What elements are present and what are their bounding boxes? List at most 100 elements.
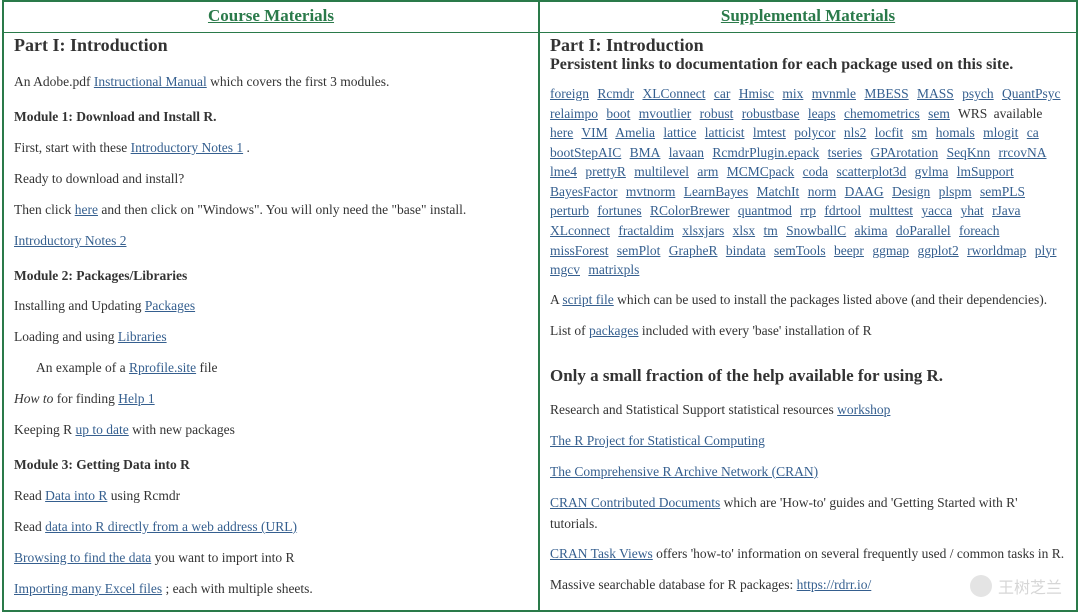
package-link-mvtnorm[interactable]: mvtnorm xyxy=(626,184,676,199)
package-link-beepr[interactable]: beepr xyxy=(834,243,864,258)
package-link-leaps[interactable]: leaps xyxy=(808,106,836,121)
package-link-semPlot[interactable]: semPlot xyxy=(617,243,661,258)
package-link-mlogit[interactable]: mlogit xyxy=(983,125,1018,140)
package-link-Amelia[interactable]: Amelia xyxy=(615,125,655,140)
package-link-lmtest[interactable]: lmtest xyxy=(753,125,786,140)
package-link-lmSupport[interactable]: lmSupport xyxy=(957,164,1014,179)
package-link-XLConnect[interactable]: XLConnect xyxy=(642,86,705,101)
package-link-DAAG[interactable]: DAAG xyxy=(845,184,884,199)
package-link-RcmdrPlugin.epack[interactable]: RcmdrPlugin.epack xyxy=(712,145,819,160)
package-link-relaimpo[interactable]: relaimpo xyxy=(550,106,598,121)
package-link-fractaldim[interactable]: fractaldim xyxy=(618,223,673,238)
package-link-perturb[interactable]: perturb xyxy=(550,203,589,218)
instructional-manual-link[interactable]: Instructional Manual xyxy=(94,74,207,89)
rdrr-link[interactable]: https://rdrr.io/ xyxy=(797,577,872,592)
package-link-psych[interactable]: psych xyxy=(962,86,994,101)
package-link-polycor[interactable]: polycor xyxy=(794,125,835,140)
package-link-doParallel[interactable]: doParallel xyxy=(896,223,951,238)
package-link-GPArotation[interactable]: GPArotation xyxy=(871,145,939,160)
package-link-Hmisc[interactable]: Hmisc xyxy=(739,86,774,101)
package-link-BayesFactor[interactable]: BayesFactor xyxy=(550,184,617,199)
package-link-tseries[interactable]: tseries xyxy=(828,145,863,160)
package-link-plspm[interactable]: plspm xyxy=(939,184,972,199)
package-link-gvlma[interactable]: gvlma xyxy=(915,164,949,179)
base-packages-link[interactable]: packages xyxy=(589,323,638,338)
package-link-ggplot2[interactable]: ggplot2 xyxy=(917,243,958,258)
intro-notes-1-link[interactable]: Introductory Notes 1 xyxy=(131,140,243,155)
package-link-MBESS[interactable]: MBESS xyxy=(864,86,908,101)
package-link-locfit[interactable]: locfit xyxy=(875,125,904,140)
package-link-bindata[interactable]: bindata xyxy=(726,243,766,258)
package-link-fdrtool[interactable]: fdrtool xyxy=(824,203,861,218)
package-link-mvoutlier[interactable]: mvoutlier xyxy=(639,106,692,121)
package-link-car[interactable]: car xyxy=(714,86,730,101)
package-link-multilevel[interactable]: multilevel xyxy=(634,164,689,179)
package-link-sm[interactable]: sm xyxy=(912,125,928,140)
cran-contributed-link[interactable]: CRAN Contributed Documents xyxy=(550,495,720,510)
package-link-rworldmap[interactable]: rworldmap xyxy=(967,243,1026,258)
package-link-robustbase[interactable]: robustbase xyxy=(742,106,800,121)
package-link-lavaan[interactable]: lavaan xyxy=(669,145,704,160)
cran-link[interactable]: The Comprehensive R Archive Network (CRA… xyxy=(550,464,818,479)
package-link-prettyR[interactable]: prettyR xyxy=(585,164,626,179)
download-here-link[interactable]: here xyxy=(75,202,98,217)
package-link-robust[interactable]: robust xyxy=(700,106,734,121)
package-link-mgcv[interactable]: mgcv xyxy=(550,262,580,277)
package-link-Design[interactable]: Design xyxy=(892,184,930,199)
package-link-tm[interactable]: tm xyxy=(763,223,777,238)
data-url-link[interactable]: data into R directly from a web address … xyxy=(45,519,297,534)
package-link-GrapheR[interactable]: GrapheR xyxy=(669,243,718,258)
r-project-link[interactable]: The R Project for Statistical Computing xyxy=(550,433,765,448)
package-link-missForest[interactable]: missForest xyxy=(550,243,609,258)
package-link-coda[interactable]: coda xyxy=(803,164,828,179)
browsing-find-data-link[interactable]: Browsing to find the data xyxy=(14,550,151,565)
package-link-arm[interactable]: arm xyxy=(697,164,718,179)
package-link-Rcmdr[interactable]: Rcmdr xyxy=(597,86,634,101)
package-link-foreign[interactable]: foreign xyxy=(550,86,589,101)
help-1-link[interactable]: Help 1 xyxy=(118,391,154,406)
script-file-link[interactable]: script file xyxy=(562,292,613,307)
package-link-akima[interactable]: akima xyxy=(855,223,888,238)
package-link-rrp[interactable]: rrp xyxy=(800,203,816,218)
package-link-latticist[interactable]: latticist xyxy=(705,125,745,140)
importing-excel-link[interactable]: Importing many Excel files xyxy=(14,581,162,596)
cran-task-views-link[interactable]: CRAN Task Views xyxy=(550,546,653,561)
package-link-MCMCpack[interactable]: MCMCpack xyxy=(727,164,795,179)
package-link-lme4[interactable]: lme4 xyxy=(550,164,577,179)
package-link-LearnBayes[interactable]: LearnBayes xyxy=(684,184,748,199)
package-link-lattice[interactable]: lattice xyxy=(663,125,696,140)
package-link-SnowballC[interactable]: SnowballC xyxy=(786,223,846,238)
package-link-QuantPsyc[interactable]: QuantPsyc xyxy=(1002,86,1061,101)
package-link-sem[interactable]: sem xyxy=(928,106,950,121)
intro-notes-2-link[interactable]: Introductory Notes 2 xyxy=(14,233,126,248)
language-definition-link[interactable]: Language Definition xyxy=(757,608,869,610)
package-link-bootStepAIC[interactable]: bootStepAIC xyxy=(550,145,621,160)
package-link-matrixpls[interactable]: matrixpls xyxy=(588,262,639,277)
package-link-XLconnect[interactable]: XLconnect xyxy=(550,223,610,238)
package-link-quantmod[interactable]: quantmod xyxy=(738,203,792,218)
package-link-here[interactable]: here xyxy=(550,125,573,140)
package-link-xlsx[interactable]: xlsx xyxy=(733,223,756,238)
rprofile-site-link[interactable]: Rprofile.site xyxy=(129,360,196,375)
package-link-yhat[interactable]: yhat xyxy=(960,203,983,218)
package-link-BMA[interactable]: BMA xyxy=(630,145,661,160)
package-link-scatterplot3d[interactable]: scatterplot3d xyxy=(836,164,906,179)
package-link-mix[interactable]: mix xyxy=(782,86,803,101)
package-link-semTools[interactable]: semTools xyxy=(774,243,826,258)
package-link-ca[interactable]: ca xyxy=(1027,125,1039,140)
package-link-foreach[interactable]: foreach xyxy=(959,223,999,238)
package-link-RColorBrewer[interactable]: RColorBrewer xyxy=(650,203,729,218)
package-link-rrcovNA[interactable]: rrcovNA xyxy=(999,145,1047,160)
package-link-VIM[interactable]: VIM xyxy=(581,125,607,140)
package-link-nls2[interactable]: nls2 xyxy=(844,125,867,140)
package-link-homals[interactable]: homals xyxy=(936,125,975,140)
package-link-plyr[interactable]: plyr xyxy=(1035,243,1057,258)
package-link-SeqKnn[interactable]: SeqKnn xyxy=(947,145,991,160)
package-link-semPLS[interactable]: semPLS xyxy=(980,184,1025,199)
package-link-yacca[interactable]: yacca xyxy=(921,203,952,218)
package-link-ggmap[interactable]: ggmap xyxy=(872,243,909,258)
libraries-link[interactable]: Libraries xyxy=(118,329,167,344)
data-into-r-link[interactable]: Data into R xyxy=(45,488,107,503)
workshop-link[interactable]: workshop xyxy=(837,402,890,417)
package-link-MatchIt[interactable]: MatchIt xyxy=(757,184,800,199)
